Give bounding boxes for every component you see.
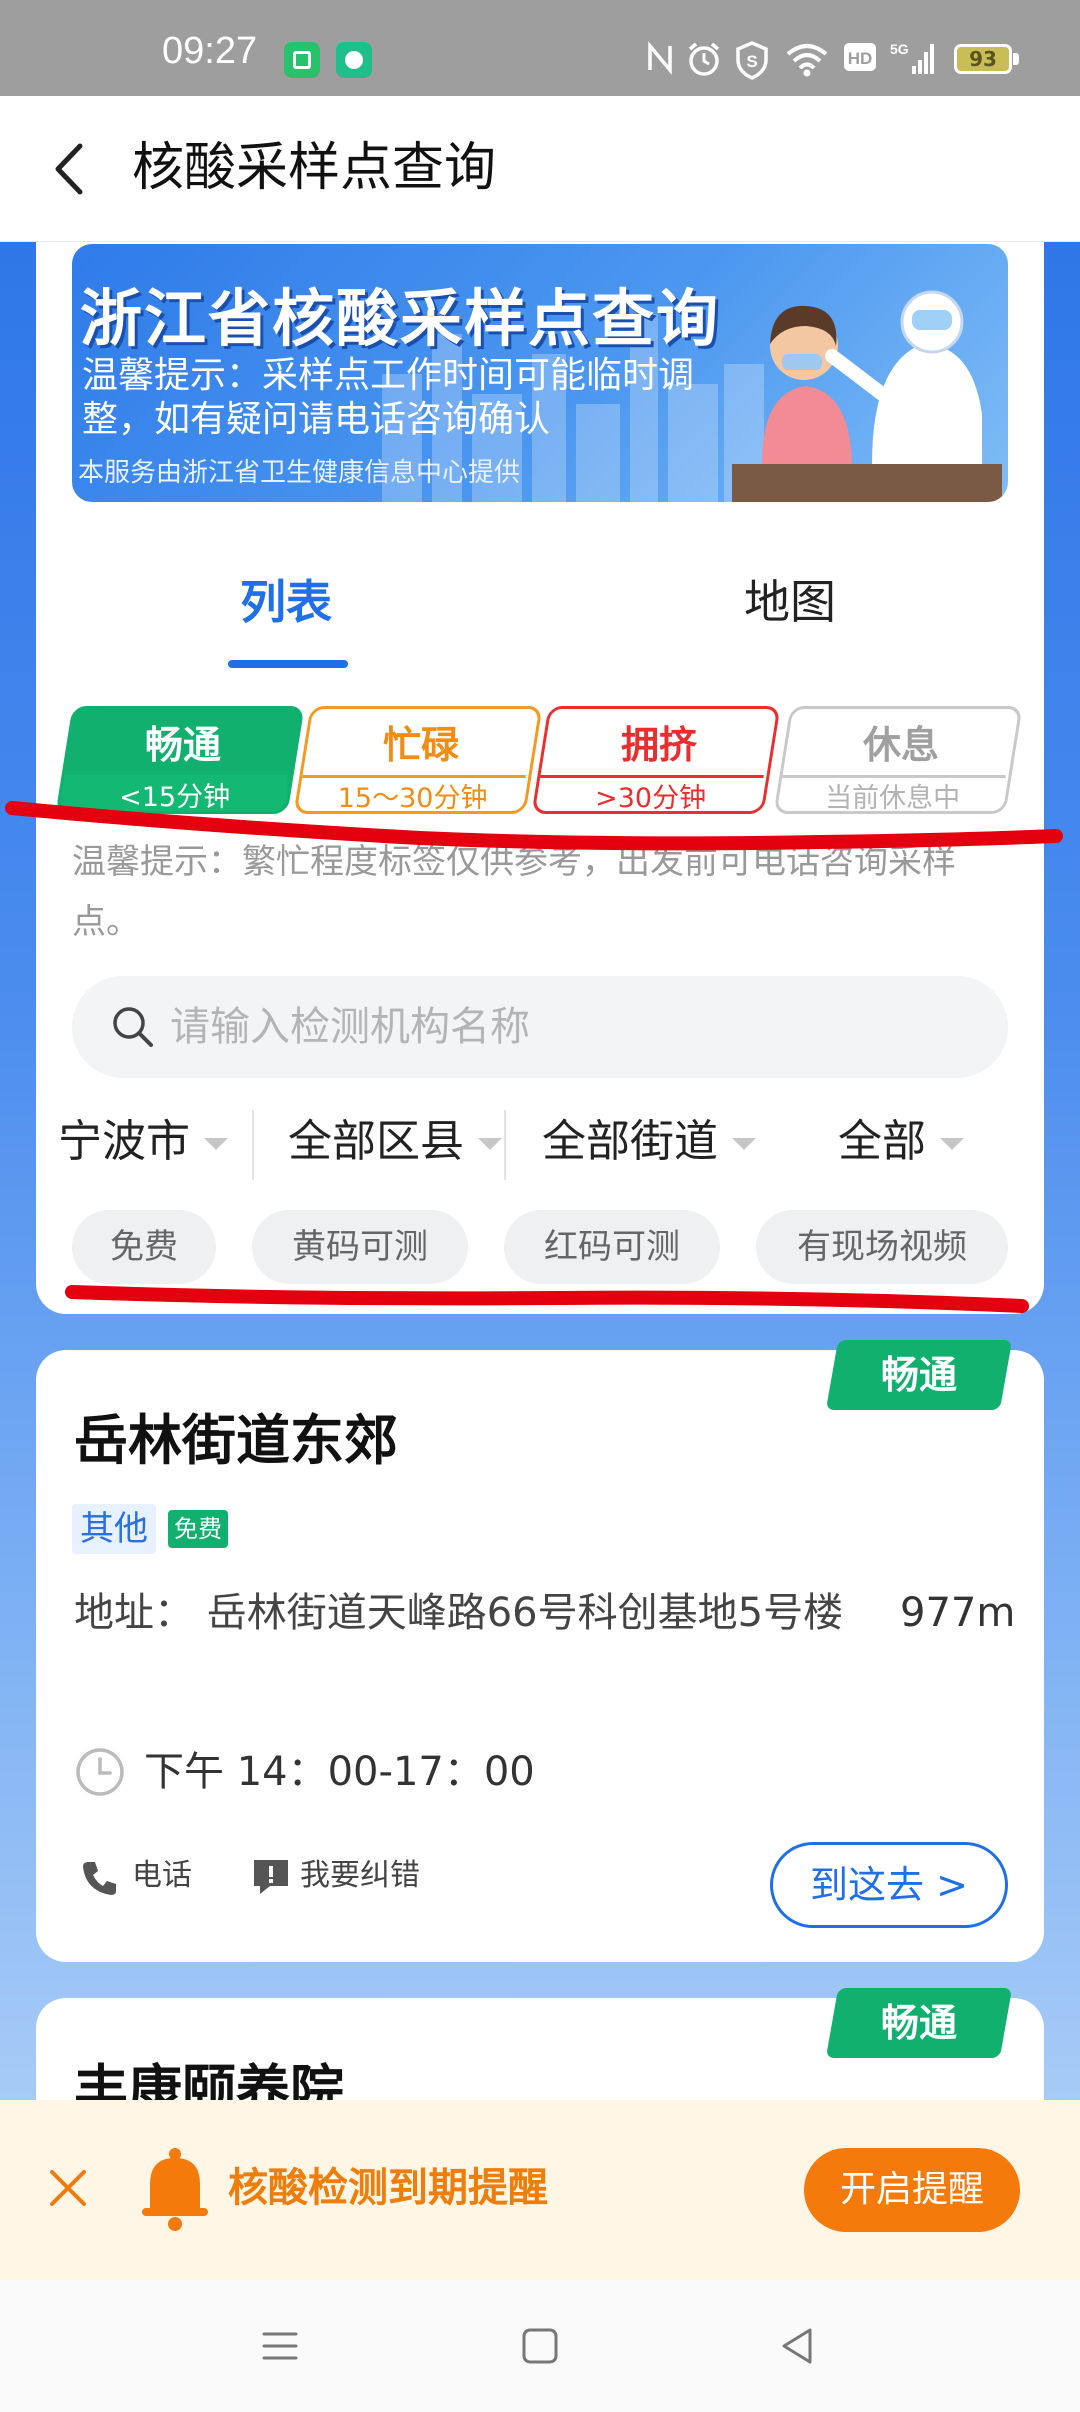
chevron-down-icon [732, 1138, 756, 1150]
menu-icon[interactable] [254, 2320, 306, 2372]
legend-label: 忙碌 [382, 722, 460, 767]
tab-list[interactable]: 列表 [240, 562, 332, 642]
home-icon[interactable] [514, 2320, 566, 2372]
svg-text:HD: HD [848, 49, 873, 68]
address-label: 地址： [74, 1590, 194, 1636]
status-time: 09:27 [162, 30, 258, 72]
chevron-down-icon [478, 1138, 502, 1150]
search-icon [108, 1002, 158, 1052]
site-distance: 977m [900, 1590, 1016, 1636]
banner-tip: 温馨提示：采样点工作时间可能临时调整，如有疑问请电话咨询确认 [82, 355, 695, 440]
legend-label: 畅通 [144, 722, 222, 767]
chip-red-code[interactable]: 红码可测 [504, 1210, 720, 1284]
enable-reminder-button[interactable]: 开启提醒 [804, 2148, 1020, 2232]
shield-icon: S [732, 40, 772, 80]
site-type-tag: 其他 [72, 1504, 156, 1554]
type-dropdown[interactable]: 全部 [838, 1110, 964, 1174]
free-tag: 免费 [168, 1510, 228, 1548]
back-arrow-icon[interactable] [44, 136, 104, 202]
reminder-bar: 核酸检测到期提醒 开启提醒 [0, 2100, 1080, 2280]
tab-map[interactable]: 地图 [744, 562, 836, 642]
alarm-icon [684, 40, 724, 80]
legend-sub: 当前休息中 [779, 775, 1006, 814]
battery-icon: 93 [954, 44, 1012, 74]
status-bar: 09:27 S HD 5G 93 [0, 0, 1080, 96]
page-title: 核酸采样点查询 [132, 138, 497, 198]
legend-smooth: 畅通 <15分钟 [55, 706, 305, 814]
nav-bar: 核酸采样点查询 [0, 96, 1080, 242]
banner-title: 浙江省核酸采样点查询 [80, 282, 721, 355]
legend-resting: 休息 当前休息中 [773, 706, 1023, 814]
phone-icon[interactable] [80, 1858, 120, 1898]
legend-label: 休息 [862, 722, 940, 767]
signal-5g-icon: 5G [888, 40, 938, 80]
report-error-button[interactable]: 我要纠错 [300, 1852, 420, 1900]
reminder-text: 核酸检测到期提醒 [228, 2165, 548, 2211]
legend-sub: <15分钟 [61, 775, 288, 813]
status-badge-label: 畅通 [880, 2001, 957, 2045]
filter-divider [504, 1110, 506, 1180]
search-input[interactable]: 请输入检测机构名称 [72, 976, 1008, 1078]
battery-tip [1013, 53, 1019, 65]
district-dropdown-label: 全部区县 [288, 1116, 464, 1167]
type-dropdown-label: 全部 [838, 1116, 926, 1167]
active-tab-indicator [228, 660, 348, 668]
site-hours: 下午 14：00-17：00 [144, 1749, 535, 1795]
chip-yellow-code[interactable]: 黄码可测 [252, 1210, 468, 1284]
bell-icon [138, 2146, 212, 2232]
status-badge: 畅通 [825, 1340, 1013, 1410]
nurse-illustration [732, 290, 1002, 502]
chip-live-video[interactable]: 有现场视频 [756, 1210, 1008, 1284]
street-dropdown[interactable]: 全部街道 [542, 1110, 756, 1174]
search-placeholder: 请输入检测机构名称 [170, 1004, 530, 1050]
back-icon[interactable] [772, 2320, 824, 2372]
street-dropdown-label: 全部街道 [542, 1116, 718, 1167]
city-dropdown-label: 宁波市 [58, 1116, 190, 1167]
app-notification-icon [284, 42, 320, 78]
legend-crowded: 拥挤 >30分钟 [531, 706, 781, 814]
svg-text:S: S [746, 52, 757, 71]
clock-icon [74, 1746, 126, 1798]
legend-sub: 15～30分钟 [299, 775, 526, 814]
close-icon[interactable] [40, 2160, 96, 2216]
report-error-icon[interactable] [250, 1856, 292, 1898]
filter-divider [252, 1110, 254, 1180]
chip-free[interactable]: 免费 [72, 1210, 216, 1284]
svg-text:5G: 5G [890, 41, 909, 57]
legend-sub: >30分钟 [537, 775, 764, 814]
site-address: 地址： 岳林街道天峰路66号科创基地5号楼 [74, 1582, 844, 1644]
legend-busy: 忙碌 15～30分钟 [293, 706, 543, 814]
chevron-down-icon [204, 1138, 228, 1150]
legend-label: 拥挤 [620, 722, 698, 767]
phone-button[interactable]: 电话 [132, 1852, 192, 1900]
status-badge: 畅通 [825, 1988, 1013, 2058]
chat-notification-icon [336, 42, 372, 78]
banner-footer: 本服务由浙江省卫生健康信息中心提供 [78, 458, 521, 488]
system-nav-bar [0, 2280, 1080, 2412]
wifi-icon [784, 40, 830, 80]
chevron-down-icon [940, 1138, 964, 1150]
banner[interactable]: 浙江省核酸采样点查询 温馨提示：采样点工作时间可能临时调整，如有疑问请电话咨询确… [72, 244, 1008, 502]
district-dropdown[interactable]: 全部区县 [288, 1110, 502, 1174]
address-value: 岳林街道天峰路66号科创基地5号楼 [206, 1590, 844, 1636]
site-name[interactable]: 岳林街道东郊 [74, 1404, 398, 1478]
status-badge-label: 畅通 [880, 1353, 957, 1397]
navigate-button[interactable]: 到这去 > [770, 1842, 1008, 1928]
city-dropdown[interactable]: 宁波市 [58, 1110, 228, 1174]
busy-tip: 温馨提示：繁忙程度标签仅供参考，出发前可电话咨询采样点。 [72, 842, 956, 942]
nfc-icon [642, 40, 678, 80]
hd-icon: HD [840, 40, 880, 80]
